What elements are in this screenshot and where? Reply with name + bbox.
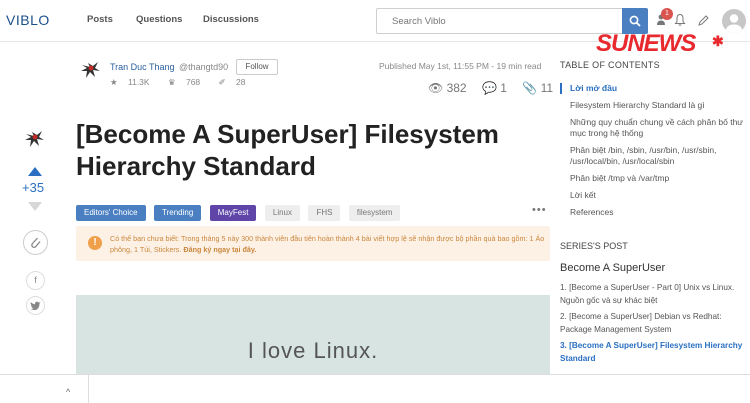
toc-item[interactable]: Lời kết [560,190,748,201]
tag-list: Editors' Choice Trending MayFest Linux F… [76,202,404,221]
tag-linux[interactable]: Linux [264,205,300,221]
clips-stat: 📎 11 [522,81,554,95]
author-handle: @thangtd90 [179,62,229,72]
chevron-up-icon[interactable]: ^ [66,387,70,397]
toc-list: Lời mở đầu Filesystem Hierarchy Standard… [560,83,748,224]
nav-questions[interactable]: Questions [136,14,182,25]
toc-heading: TABLE OF CONTENTS [560,60,660,70]
notice-text: Có thể bạn chưa biết: Trong tháng 5 này … [110,234,545,254]
post-stats: 👁 382 💬 1 📎 11 [428,81,565,95]
user-plus-icon: ♛ [167,77,176,87]
facebook-icon: f [34,275,37,285]
hero-image: I love Linux. [76,295,550,385]
rail-author-avatar[interactable] [22,126,48,152]
toc-item[interactable]: Phân biệt /bin, /sbin, /usr/bin, /usr/sb… [560,145,748,167]
default-avatar-icon [725,14,743,33]
toc-item[interactable]: References [560,207,748,218]
search-box [376,8,622,34]
search-icon [629,15,641,27]
upvote-arrow-icon[interactable] [28,167,42,176]
facebook-share-button[interactable]: f [26,271,45,290]
posts-stat: ✐ 28 [218,77,246,87]
notice-link[interactable]: Đăng ký ngay tại đây. [183,245,256,254]
reputation-stat: ★ 11.3K [110,77,150,87]
series-item[interactable]: 1. [Become a SuperUser - Part 0] Unix vs… [560,281,748,307]
tag-trending[interactable]: Trending [154,205,202,221]
toc-item[interactable]: Phân biệt /tmp và /var/tmp [560,173,748,184]
hero-image-text: I love Linux. [247,338,379,363]
followers-stat: ♛ 768 [167,77,201,87]
downvote-arrow-icon[interactable] [28,202,42,211]
clip-button[interactable] [23,230,48,255]
eye-icon: 👁 [428,81,444,95]
search-input[interactable] [377,9,622,33]
promo-notice: ! Có thể bạn chưa biết: Trong tháng 5 nà… [76,226,550,261]
watermark-star-icon: ✱ [712,33,724,49]
toc-item[interactable]: Filesystem Hierarchy Standard là gì [560,100,748,111]
views-stat: 👁 382 [428,81,467,95]
tag-fhs[interactable]: FHS [308,205,341,221]
paperclip-icon: 📎 [522,81,538,95]
series-title[interactable]: Become A SuperUser [560,262,665,274]
viblo-logo[interactable]: VIBLO [6,12,50,28]
vote-score: +35 [22,180,45,195]
user-avatar[interactable] [722,9,746,33]
series-heading: SERIES'S POST [560,241,628,251]
paperclip-icon [31,237,41,249]
toc-item[interactable]: Những quy chuẩn chung về cách phân bố th… [560,117,748,139]
author-avatar[interactable] [78,57,104,83]
exclamation-icon: ! [88,236,102,250]
post-title: [Become A SuperUser] Filesystem Hierarch… [76,119,499,181]
comments-icon: 💬 [481,81,497,95]
bell-icon[interactable] [674,13,686,27]
nav-discussions[interactable]: Discussions [203,14,259,25]
sunews-watermark: SUNEWS [596,30,696,57]
tag-mayfest[interactable]: MayFest [209,205,257,221]
more-options-icon[interactable]: ••• [532,204,547,216]
notification-badge: 1 [661,8,673,20]
bottom-divider [88,375,89,403]
series-item[interactable]: 2. [Become a SuperUser] Debian vs Redhat… [560,310,748,336]
author-stats: ★ 11.3K ♛ 768 ✐ 28 [110,77,262,88]
follow-button[interactable]: Follow [236,59,278,75]
toc-item[interactable]: Lời mở đầu [560,83,748,94]
author-name[interactable]: Tran Duc Thang [110,62,175,72]
twitter-share-button[interactable] [26,296,45,315]
comments-stat: 💬 1 [481,81,507,95]
pencil-icon[interactable] [697,13,709,27]
pencil-small-icon: ✐ [218,77,226,87]
published-date: Published May 1st, 11:55 PM - 19 min rea… [379,61,542,71]
tag-filesystem[interactable]: filesystem [348,205,401,221]
twitter-icon [30,301,41,311]
nav-posts[interactable]: Posts [87,14,113,25]
star-icon: ★ [110,77,118,87]
series-item-current[interactable]: 3. [Become A SuperUser] Filesystem Hiera… [560,339,748,365]
series-list: 1. [Become a SuperUser - Part 0] Unix vs… [560,281,748,368]
bottom-bar: ^ [0,374,750,403]
tag-editors-choice[interactable]: Editors' Choice [76,205,146,221]
